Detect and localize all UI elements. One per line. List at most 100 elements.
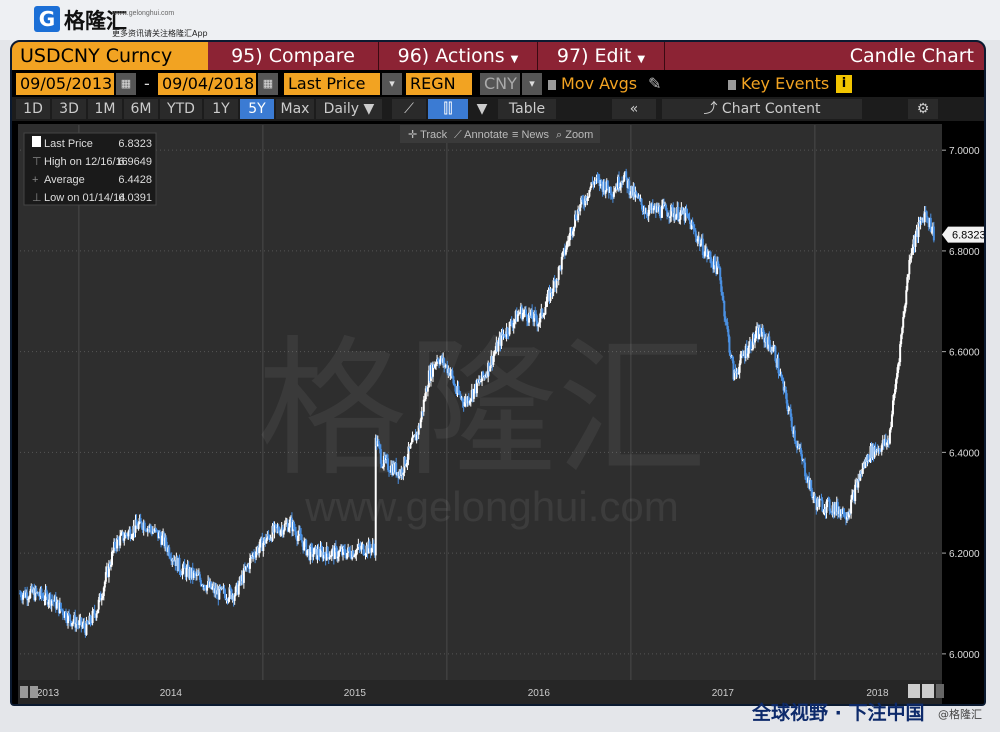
actions-menu[interactable]: 96) Actions ▼ [379, 42, 537, 70]
candle-body [326, 546, 329, 554]
period-ytd[interactable]: YTD [160, 99, 202, 119]
calendar-icon[interactable]: ▦ [258, 73, 278, 95]
scroll-end-button[interactable] [922, 684, 934, 698]
command-bar: USDCNY Curncy 95) Compare 96) Actions ▼ 9… [12, 42, 984, 70]
legend: Last Price 6.8323 ⊤ High on 12/16/16 6.9… [23, 132, 157, 206]
candle-body [749, 341, 752, 350]
legend-label: Last Price [44, 138, 93, 150]
candle-body [312, 554, 315, 557]
annotate-tool[interactable]: ⟋ Annotate [454, 129, 508, 141]
legend-value: 6.4428 [118, 174, 152, 186]
date-range-bar: 09/05/2013 ▦ - 09/04/2018 ▦ Last Price ▾… [12, 70, 984, 97]
brand-logo-icon: G [34, 6, 60, 32]
watermark-brand: 格隆汇 [257, 325, 707, 493]
compare-button[interactable]: 95) Compare [208, 42, 378, 70]
price-field-select[interactable]: Last Price [284, 73, 380, 95]
period-bar: 1D 3D 1M 6M YTD 1Y 5Y Max Daily ▼ ⟋ ⫿⫿ ▼… [12, 97, 984, 121]
caret-down-icon: ▼ [637, 54, 646, 65]
last-price-value: 6.8323 [952, 230, 986, 242]
key-events-toggle[interactable]: Key Events [728, 73, 829, 95]
candle-body [544, 307, 547, 315]
legend-value: 6.9649 [118, 156, 152, 168]
period-max[interactable]: Max [276, 99, 314, 119]
brand-tagline: 更多资讯请关注格隆汇App [112, 29, 208, 38]
period-5y[interactable]: 5Y [240, 99, 274, 119]
scroll-left-button[interactable] [20, 686, 28, 698]
track-tool[interactable]: ✛ Track [408, 129, 448, 141]
track-label: Track [420, 129, 448, 141]
low-marker-icon: ⊥ [32, 192, 42, 204]
candle-body [283, 523, 286, 531]
candle-body [818, 499, 821, 507]
zoom-tool[interactable]: ⌕ Zoom [556, 129, 593, 141]
edit-menu[interactable]: 97) Edit ▼ [538, 42, 664, 70]
candle-chart-icon[interactable]: ⫿⫿ [428, 99, 468, 119]
scroll-prev-button[interactable] [30, 686, 38, 698]
date-range-dash: - [144, 74, 150, 93]
frequency-select[interactable]: Daily ▼ [316, 99, 382, 119]
x-tick-label: 2017 [712, 688, 735, 699]
line-chart-icon[interactable]: ⟋ [392, 99, 426, 119]
scroll-next-button[interactable] [908, 684, 920, 698]
period-1y[interactable]: 1Y [204, 99, 238, 119]
x-tick-label: 2014 [160, 688, 183, 699]
candle-body [337, 551, 340, 557]
candle-body [625, 171, 628, 178]
calendar-icon[interactable]: ▦ [116, 73, 136, 95]
mov-avgs-toggle[interactable]: Mov Avgs [548, 73, 637, 95]
mov-avgs-label: Mov Avgs [561, 74, 638, 93]
candle-body [59, 602, 62, 610]
y-tick-label: 6.4000 [949, 448, 980, 459]
candle-body [923, 211, 926, 223]
legend-label: Average [44, 174, 85, 186]
gear-icon[interactable]: ⚙ [908, 99, 938, 119]
candle-body [677, 207, 680, 221]
pencil-icon[interactable]: ✎ [648, 73, 661, 95]
candle-body [95, 613, 98, 618]
region-field[interactable]: REGN [406, 73, 472, 95]
candle-body [301, 540, 304, 543]
table-button[interactable]: Table [498, 99, 556, 119]
candle-body [328, 556, 331, 560]
caret-down-icon[interactable]: ▾ [522, 73, 542, 95]
caret-down-icon[interactable]: ▼ [470, 99, 494, 119]
period-1m[interactable]: 1M [88, 99, 122, 119]
period-6m[interactable]: 6M [124, 99, 158, 119]
news-icon: ≡ [512, 129, 521, 141]
compare-label: 95) Compare [231, 45, 355, 67]
candle-body [259, 539, 262, 548]
caret-down-icon[interactable]: ▾ [382, 73, 402, 95]
y-tick-label: 6.6000 [949, 348, 980, 359]
zoom-label: Zoom [565, 129, 593, 141]
news-tool[interactable]: ≡ News [512, 129, 549, 141]
period-1d[interactable]: 1D [16, 99, 50, 119]
currency-field[interactable]: CNY [480, 73, 520, 95]
legend-value: 6.0391 [118, 192, 152, 204]
candle-body [288, 519, 291, 528]
candle-body [635, 192, 638, 195]
logo-strip: G 格隆汇 www.gelonghui.com 更多资讯请关注格隆汇App [0, 0, 1000, 40]
legend-label: High on 12/16/16 [44, 156, 128, 168]
brand-url: www.gelonghui.com [112, 10, 175, 17]
period-3d[interactable]: 3D [52, 99, 86, 119]
collapse-button[interactable]: « [612, 99, 656, 119]
edit-label: 97) Edit [556, 45, 632, 67]
candle-body [793, 430, 796, 441]
candle-body [426, 387, 429, 392]
candle-body [123, 538, 126, 541]
caret-down-icon: ▼ [363, 101, 375, 117]
chart-content-button[interactable]: ⤴ Chart Content [662, 99, 862, 119]
candle-body [640, 198, 643, 205]
candle-body [119, 535, 122, 546]
candle-body [790, 416, 793, 428]
key-events-label: Key Events [741, 74, 830, 93]
ticker-field[interactable]: USDCNY Curncy [12, 42, 208, 70]
scroll-right-button[interactable] [936, 684, 944, 698]
end-date-input[interactable]: 09/04/2018 [158, 73, 256, 95]
info-icon[interactable]: i [836, 75, 852, 93]
candle-body [902, 317, 905, 328]
checkbox-icon [728, 79, 736, 90]
x-tick-label: 2015 [344, 688, 367, 699]
start-date-input[interactable]: 09/05/2013 [16, 73, 114, 95]
actions-label: 96) Actions [397, 45, 505, 67]
